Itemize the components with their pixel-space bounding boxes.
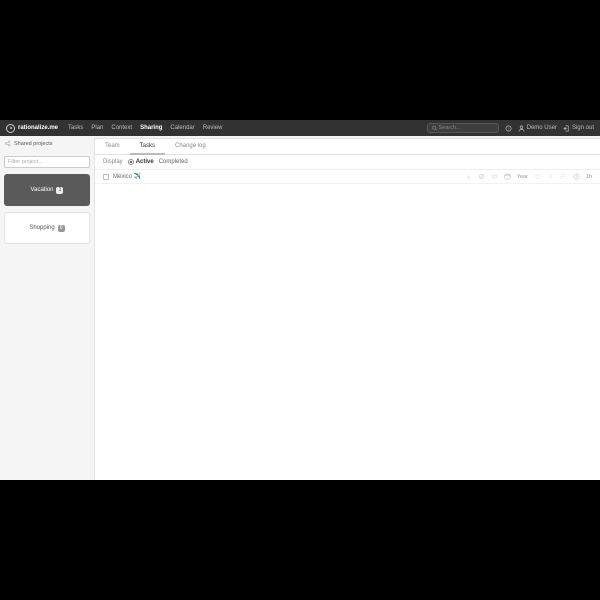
user-icon [518, 125, 525, 132]
priority-a-icon[interactable]: A [465, 173, 472, 180]
project-tabs: Team Tasks Change log [95, 139, 600, 155]
tag-icon[interactable] [491, 173, 498, 180]
signout-icon [563, 125, 570, 132]
project-card-vacation[interactable]: Vacation 1 [4, 174, 90, 206]
brand-text: rationalize.me [18, 125, 58, 131]
display-active[interactable]: Active [128, 159, 154, 165]
nav-tasks[interactable]: Tasks [68, 125, 83, 131]
task-title[interactable]: México ✈️ [113, 173, 141, 180]
pin-icon[interactable] [547, 173, 554, 180]
share-icon [4, 140, 11, 147]
task-actions: A Year 1h [465, 173, 592, 180]
calendar-icon[interactable] [504, 173, 511, 180]
task-time[interactable]: 1h [586, 174, 592, 180]
clock-icon[interactable] [573, 173, 580, 180]
main-nav: Tasks Plan Context Sharing Calendar Revi… [68, 125, 222, 131]
tab-tasks[interactable]: Tasks [130, 139, 165, 155]
nav-context[interactable]: Context [111, 125, 132, 131]
radio-icon [128, 159, 134, 165]
project-name: Vacation [31, 187, 54, 193]
tab-team[interactable]: Team [95, 139, 130, 154]
nav-sharing[interactable]: Sharing [140, 125, 162, 131]
task-checkbox[interactable] [103, 174, 109, 180]
block-icon[interactable] [478, 173, 485, 180]
display-filter-row: Display Active Completed [95, 155, 600, 170]
main-panel: Team Tasks Change log Display Active Com… [94, 138, 600, 480]
nav-review[interactable]: Review [203, 125, 223, 131]
search-icon [432, 125, 437, 131]
filter-project-input[interactable] [4, 156, 90, 168]
shared-projects-label: Shared projects [14, 141, 53, 147]
task-year[interactable]: Year [517, 174, 528, 180]
search-box[interactable] [427, 123, 499, 133]
task-row[interactable]: México ✈️ A Year 1h [95, 170, 600, 184]
user-name: Demo User [527, 125, 557, 131]
svg-text:A: A [467, 174, 470, 179]
display-label: Display [103, 159, 123, 165]
project-card-shopping[interactable]: Shopping 0 [4, 212, 90, 244]
nav-calendar[interactable]: Calendar [170, 125, 194, 131]
signout-button[interactable]: Sign out [563, 125, 594, 132]
shared-projects-header: Shared projects [4, 138, 90, 150]
project-count-badge: 1 [56, 187, 63, 194]
nav-plan[interactable]: Plan [91, 125, 103, 131]
help-icon: ? [505, 125, 512, 132]
display-completed[interactable]: Completed [159, 159, 188, 165]
brand-logo[interactable]: rationalize.me [6, 124, 58, 133]
user-menu[interactable]: Demo User [518, 125, 557, 132]
sidebar: Shared projects Vacation 1 Shopping 0 [0, 136, 94, 480]
svg-text:?: ? [507, 126, 509, 130]
brand-icon [6, 124, 15, 133]
search-input[interactable] [439, 125, 494, 131]
star-icon[interactable] [534, 173, 541, 180]
project-count-badge: 0 [58, 225, 65, 232]
flag-icon[interactable] [560, 173, 567, 180]
tab-changelog[interactable]: Change log [165, 139, 216, 154]
signout-label: Sign out [572, 125, 594, 131]
project-name: Shopping [29, 225, 54, 231]
help-button[interactable]: ? [505, 125, 512, 132]
